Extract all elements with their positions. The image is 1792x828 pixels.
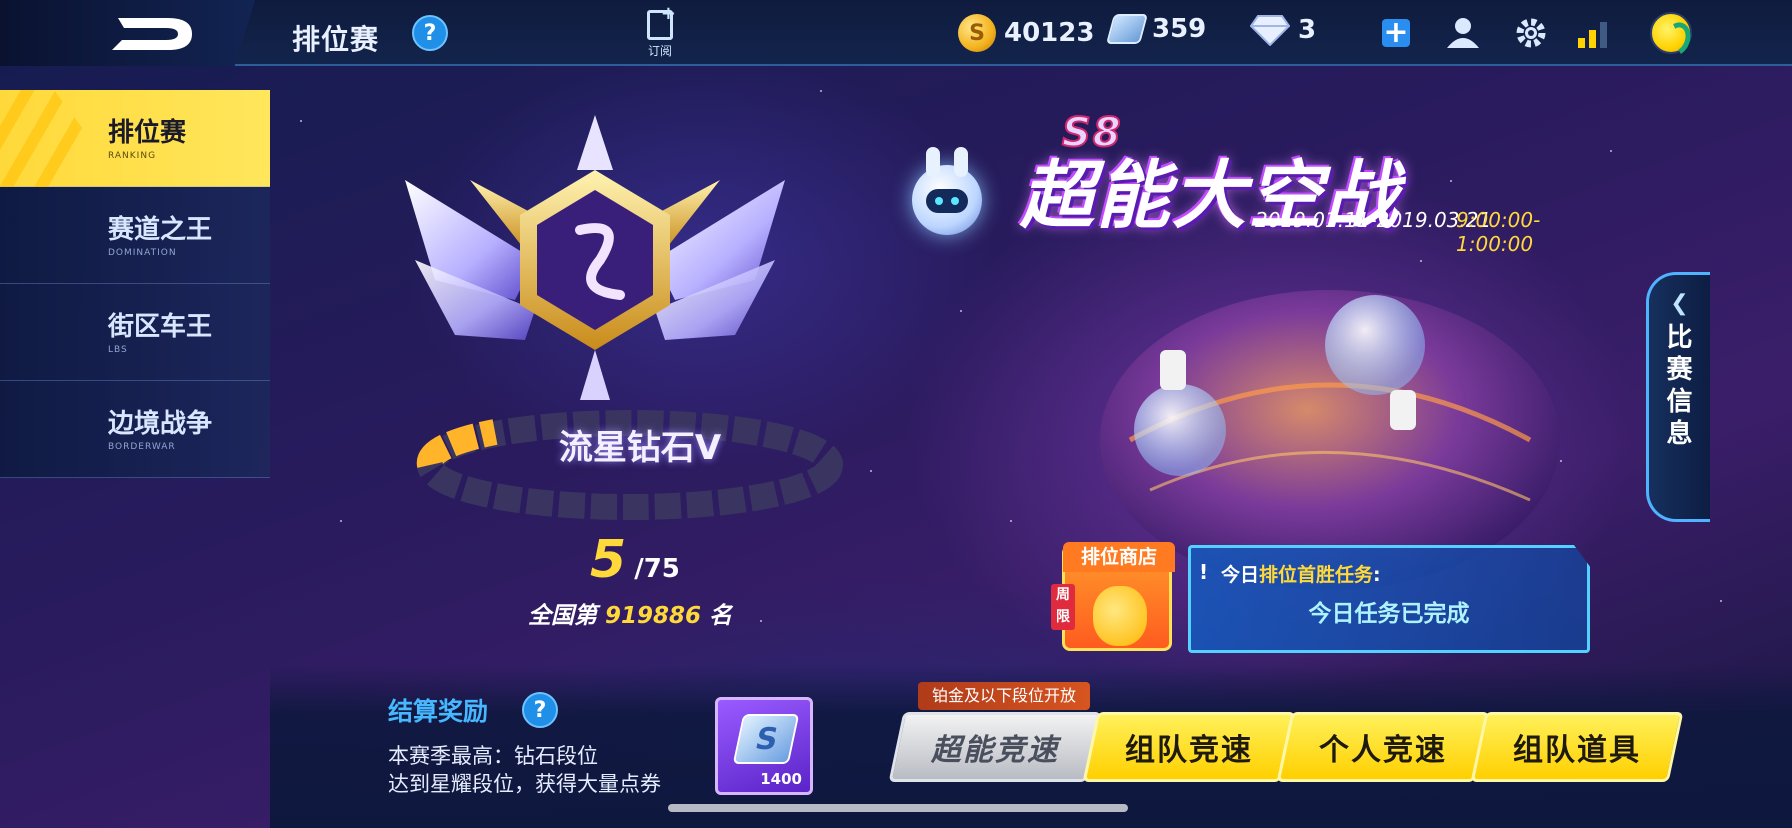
sidebar-item-label: 边境战争: [108, 409, 213, 439]
match-info-char: 息: [1666, 419, 1693, 449]
home-indicator[interactable]: [668, 804, 1128, 812]
sidebar-item-sublabel: LBS: [108, 345, 128, 355]
rank-emblem: [405, 115, 785, 400]
match-info-char: 赛: [1666, 355, 1693, 385]
ticket-balance[interactable]: 359: [1105, 14, 1207, 44]
season-time: 9:00:00-1:00:00: [1456, 208, 1541, 256]
chevron-right-icon: [0, 90, 90, 187]
rank-stars: 5/75: [590, 530, 680, 590]
sidebar-item-domination[interactable]: 赛道之王 DOMINATION: [0, 187, 270, 284]
match-info-char: 比: [1666, 323, 1693, 353]
ticket-icon: [1105, 14, 1149, 44]
friends-icon[interactable]: [1444, 14, 1482, 52]
back-button[interactable]: [0, 0, 255, 66]
mode-button-solo-race[interactable]: 个人竞速: [1276, 712, 1490, 782]
ticket-icon: [732, 714, 800, 764]
coin-value: 40123: [1004, 18, 1095, 48]
sidebar-item-borderwar[interactable]: 边境战争 BORDERWAR: [0, 381, 270, 478]
bunny-ear: [926, 147, 940, 177]
task-prefix: 今日: [1221, 564, 1260, 586]
sidebar-item-label: 街区车王: [108, 312, 213, 342]
diamond-balance[interactable]: 3: [1250, 14, 1316, 46]
mode-button-label: 超能竞速: [931, 733, 1059, 768]
mode-button-label: 组队竞速: [1125, 733, 1253, 768]
task-status: 今日任务已完成: [1308, 601, 1470, 627]
national-rank-number: 919886: [605, 603, 702, 629]
mode-availability-note: 铂金及以下段位开放: [918, 682, 1091, 710]
add-icon[interactable]: +: [1382, 18, 1410, 48]
emblem-wing-right: [655, 180, 785, 300]
stars-current: 5: [590, 530, 627, 590]
coin-icon: S: [958, 14, 996, 52]
coin-balance[interactable]: S 40123: [958, 14, 1094, 52]
sidebar-item-label: 排位赛: [108, 118, 187, 148]
task-highlight: 排位首胜任务: [1259, 564, 1374, 586]
mode-button-team-race[interactable]: 组队竞速: [1082, 712, 1296, 782]
stars-total: 75: [643, 554, 680, 584]
sidebar: 排位赛 RANKING 赛道之王 DOMINATION 街区车王 LBS 边境战…: [0, 90, 270, 478]
bubble: [1325, 295, 1425, 395]
weekly-limited-badge: 周限: [1051, 584, 1075, 630]
shop-label: 排位商店: [1063, 542, 1175, 572]
mode-button-label: 组队道具: [1513, 733, 1641, 768]
sidebar-item-label: 赛道之王: [108, 215, 213, 245]
subscribe-label: 订阅: [647, 44, 672, 58]
sidebar-item-ranking[interactable]: 排位赛 RANKING: [0, 90, 270, 187]
reward-help-button[interactable]: ?: [522, 692, 558, 728]
mode-button-label: 个人竞速: [1319, 733, 1447, 768]
emblem-crest: [577, 115, 613, 170]
national-prefix: 全国第: [528, 603, 597, 629]
racer-figure: [1390, 390, 1416, 430]
sidebar-item-sublabel: RANKING: [108, 151, 157, 161]
match-info-label: 比 赛 信 息: [1649, 322, 1710, 450]
sidebar-item-sublabel: DOMINATION: [108, 248, 177, 258]
daily-task-panel[interactable]: ! 今日排位首胜任务: 今日任务已完成: [1188, 545, 1590, 653]
rank-name: 流星钻石V: [558, 428, 722, 468]
subscribe-button[interactable]: 订阅: [638, 3, 682, 62]
top-bar: 排位赛 ? 订阅 S 40123 359 3 +: [0, 0, 1792, 66]
match-info-tab[interactable]: ❮ 比 赛 信 息: [1646, 272, 1710, 522]
task-suffix: :: [1373, 564, 1381, 586]
help-button[interactable]: ?: [412, 15, 448, 51]
diamond-icon: [1250, 14, 1290, 46]
avatar[interactable]: [1650, 12, 1692, 54]
season-banner: S8 超能大空战 2019.01.11-2019.03.21 9:00:00-1…: [1000, 100, 1610, 256]
national-suffix: 名: [709, 603, 733, 629]
signal-icon: [1578, 22, 1607, 48]
task-heading: 今日排位首胜任务:: [1221, 560, 1381, 587]
pineapple-icon: [1093, 586, 1147, 646]
bunny-face: [926, 189, 968, 213]
diamond-value: 3: [1298, 15, 1317, 45]
bunny-mascot: [912, 147, 982, 235]
page-title: 排位赛: [292, 23, 380, 56]
emblem-tail: [580, 350, 610, 400]
stars-separator: /: [634, 554, 644, 584]
game-logo-icon: [112, 18, 192, 50]
mode-button-super-race[interactable]: 超能竞速: [888, 712, 1102, 782]
subscribe-icon: [647, 3, 676, 40]
bunny-ear: [954, 147, 968, 177]
reward-item-card[interactable]: 1400: [715, 697, 813, 795]
alert-icon: !: [1199, 560, 1209, 584]
game-screen: S8 超能大空战 2019.01.11-2019.03.21 9:00:00-1…: [0, 0, 1792, 828]
national-rank: 全国第 919886 名: [528, 596, 732, 630]
match-info-char: 信: [1666, 387, 1693, 417]
bubble: [1134, 384, 1226, 476]
ranking-shop-button[interactable]: 排位商店 周限: [1051, 542, 1175, 651]
racer-figure: [1160, 350, 1186, 390]
sidebar-item-sublabel: BORDERWAR: [108, 442, 176, 452]
ticket-value: 359: [1152, 14, 1207, 44]
reward-line-1: 本赛季最高：钻石段位: [388, 744, 598, 768]
reward-line-2: 达到星耀段位，获得大量点券: [388, 772, 661, 796]
emblem-wing-left: [405, 180, 535, 300]
reward-title: 结算奖励: [388, 697, 489, 726]
chevron-left-icon: ❮: [1670, 291, 1689, 316]
mode-button-team-item[interactable]: 组队道具: [1470, 712, 1684, 782]
reward-item-count: 1400: [760, 770, 802, 788]
sidebar-item-lbs[interactable]: 街区车王 LBS: [0, 284, 270, 381]
gear-icon[interactable]: [1512, 14, 1550, 52]
